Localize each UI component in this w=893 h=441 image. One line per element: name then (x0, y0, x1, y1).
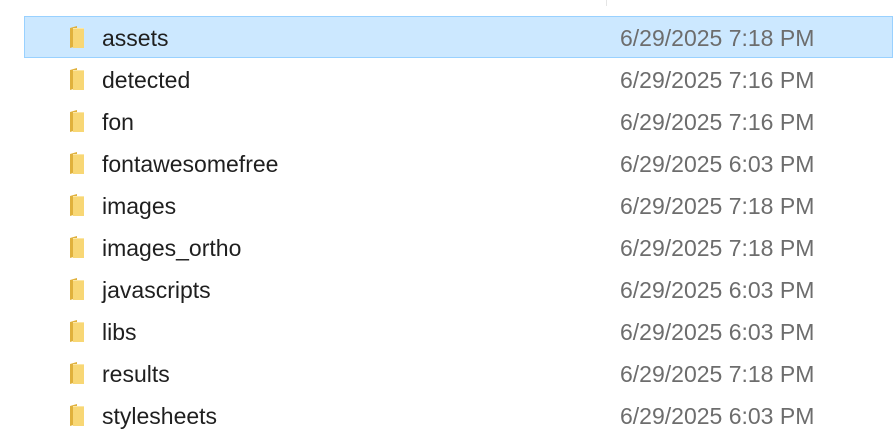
file-list: assets 6/29/2025 7:18 PM detected 6/29/2… (0, 16, 893, 436)
list-item[interactable]: detected 6/29/2025 7:16 PM (24, 58, 893, 100)
date-modified: 6/29/2025 7:18 PM (620, 25, 815, 51)
folder-icon (68, 109, 86, 133)
list-item[interactable]: stylesheets 6/29/2025 6:03 PM (24, 394, 893, 436)
date-modified: 6/29/2025 6:03 PM (620, 277, 815, 303)
date-modified: 6/29/2025 7:18 PM (620, 235, 815, 261)
file-name: images (102, 193, 177, 219)
file-name: assets (102, 25, 169, 51)
date-modified: 6/29/2025 6:03 PM (620, 151, 815, 177)
list-item[interactable]: images_ortho 6/29/2025 7:18 PM (24, 226, 893, 268)
folder-icon (68, 67, 86, 91)
folder-icon (68, 151, 86, 175)
list-item[interactable]: javascripts 6/29/2025 6:03 PM (24, 268, 893, 310)
list-item[interactable]: results 6/29/2025 7:18 PM (24, 352, 893, 394)
folder-icon (68, 277, 86, 301)
folder-icon (68, 25, 86, 49)
file-name: libs (102, 319, 137, 345)
file-name: images_ortho (102, 235, 242, 261)
folder-icon (68, 319, 86, 343)
date-modified: 6/29/2025 7:18 PM (620, 361, 815, 387)
date-modified: 6/29/2025 7:16 PM (620, 109, 815, 135)
file-name: results (102, 361, 170, 387)
list-item[interactable]: libs 6/29/2025 6:03 PM (24, 310, 893, 352)
date-modified: 6/29/2025 6:03 PM (620, 403, 815, 429)
folder-icon (68, 403, 86, 427)
date-modified: 6/29/2025 6:03 PM (620, 319, 815, 345)
date-modified: 6/29/2025 7:16 PM (620, 67, 815, 93)
list-item[interactable]: images 6/29/2025 7:18 PM (24, 184, 893, 226)
file-name: javascripts (102, 277, 211, 303)
file-name: fontawesomefree (102, 151, 279, 177)
file-name: stylesheets (102, 403, 218, 429)
list-item[interactable]: fontawesomefree 6/29/2025 6:03 PM (24, 142, 893, 184)
folder-icon (68, 193, 86, 217)
column-divider[interactable] (606, 0, 607, 6)
date-modified: 6/29/2025 7:18 PM (620, 193, 815, 219)
list-item[interactable]: assets 6/29/2025 7:18 PM (24, 16, 893, 58)
file-name: detected (102, 67, 191, 93)
file-explorer-window: assets 6/29/2025 7:18 PM detected 6/29/2… (0, 0, 893, 441)
file-name: fon (102, 109, 134, 135)
folder-icon (68, 235, 86, 259)
folder-icon (68, 361, 86, 385)
list-item[interactable]: fon 6/29/2025 7:16 PM (24, 100, 893, 142)
